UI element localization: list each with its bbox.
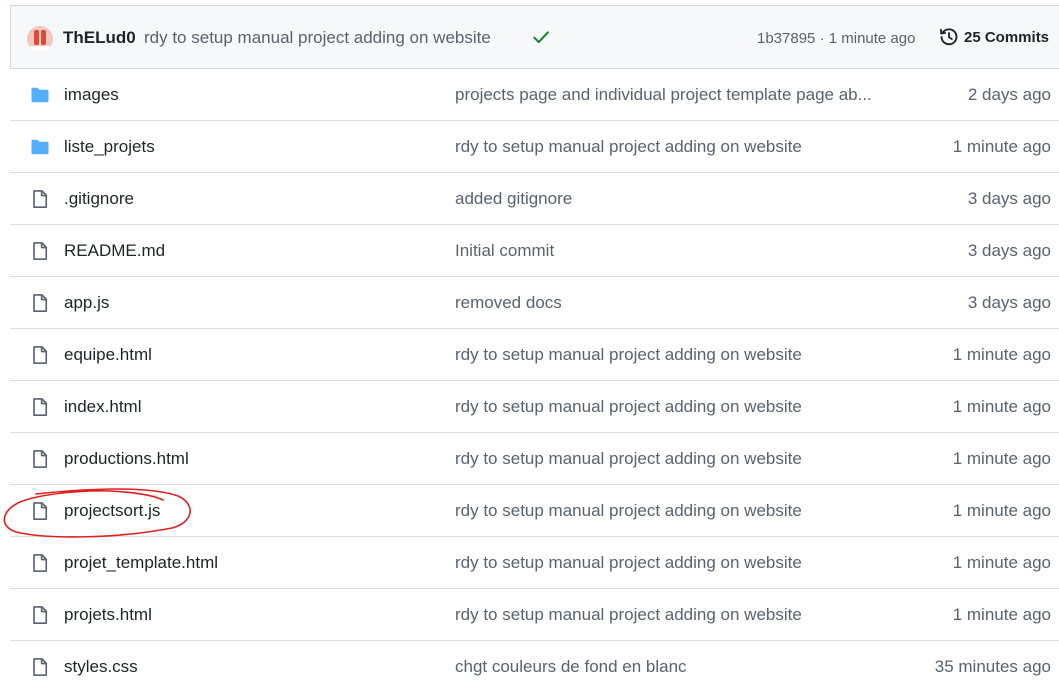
- table-row[interactable]: index.html rdy to setup manual project ad…: [10, 381, 1059, 433]
- file-icon: [30, 449, 50, 469]
- file-icon: [30, 345, 50, 365]
- file-name-link[interactable]: styles.css: [64, 657, 138, 677]
- table-row[interactable]: productions.html rdy to setup manual proj…: [10, 433, 1059, 485]
- commit-age: 2 days ago: [967, 85, 1051, 104]
- commit-age: 1 minute ago: [952, 449, 1051, 468]
- commit-author-link[interactable]: ThELud0: [63, 28, 136, 48]
- table-row[interactable]: README.md Initial commit 3 days ago: [10, 225, 1059, 277]
- commit-age: 1 minute ago: [952, 137, 1051, 156]
- commit-message-link[interactable]: rdy to setup manual project adding on we…: [455, 345, 802, 365]
- folder-icon: [30, 85, 50, 105]
- avatar[interactable]: [27, 26, 53, 52]
- file-name-link[interactable]: projet_template.html: [64, 553, 218, 573]
- file-name-link[interactable]: app.js: [64, 293, 109, 313]
- commit-message-link[interactable]: rdy to setup manual project adding on we…: [455, 553, 802, 573]
- table-row[interactable]: projectsort.js rdy to setup manual projec…: [10, 485, 1059, 537]
- file-name-link[interactable]: liste_projets: [64, 137, 155, 157]
- commit-message-link[interactable]: Initial commit: [455, 241, 554, 261]
- commit-message-link[interactable]: projects page and individual project tem…: [455, 85, 872, 105]
- table-row[interactable]: styles.css chgt couleurs de fond en blanc…: [10, 641, 1059, 689]
- history-icon[interactable]: [939, 27, 959, 47]
- commit-age: 1 minute ago: [952, 397, 1051, 416]
- file-name-link[interactable]: productions.html: [64, 449, 189, 469]
- file-name-link[interactable]: index.html: [64, 397, 141, 417]
- file-name-link[interactable]: projectsort.js: [64, 501, 160, 521]
- file-icon: [30, 501, 50, 521]
- commit-message-link[interactable]: removed docs: [455, 293, 562, 313]
- file-icon: [30, 397, 50, 417]
- file-name-link[interactable]: images: [64, 85, 119, 105]
- file-icon: [30, 605, 50, 625]
- commit-age: 1 minute ago: [952, 605, 1051, 624]
- commit-message-link[interactable]: rdy to setup manual project adding on we…: [455, 449, 802, 469]
- file-list: images projects page and individual proje…: [10, 69, 1059, 689]
- commit-message-link[interactable]: rdy to setup manual project adding on we…: [455, 605, 802, 625]
- latest-commit-message-link[interactable]: rdy to setup manual project adding on we…: [144, 28, 491, 48]
- file-name-link[interactable]: README.md: [64, 241, 165, 261]
- file-name-link[interactable]: .gitignore: [64, 189, 134, 209]
- commit-age: 1 minute ago: [952, 501, 1051, 520]
- table-row[interactable]: equipe.html rdy to setup manual project a…: [10, 329, 1059, 381]
- table-row[interactable]: images projects page and individual proje…: [10, 69, 1059, 121]
- commit-age: 3 days ago: [967, 189, 1051, 208]
- file-icon: [30, 189, 50, 209]
- table-row[interactable]: projet_template.html rdy to setup manual …: [10, 537, 1059, 589]
- commit-hash-time-link[interactable]: 1b37895 · 1 minute ago: [757, 30, 915, 47]
- table-row[interactable]: .gitignore added gitignore 3 days ago: [10, 173, 1059, 225]
- commits-count-link[interactable]: 25 Commits: [964, 29, 1049, 46]
- file-icon: [30, 293, 50, 313]
- commit-message-link[interactable]: rdy to setup manual project adding on we…: [455, 501, 802, 521]
- file-icon: [30, 657, 50, 677]
- commit-age: 3 days ago: [967, 293, 1051, 312]
- table-row[interactable]: liste_projets rdy to setup manual project…: [10, 121, 1059, 173]
- folder-icon: [30, 137, 50, 157]
- check-icon[interactable]: [532, 28, 550, 46]
- commit-message-link[interactable]: added gitignore: [455, 189, 572, 209]
- latest-commit-header: ThELud0 rdy to setup manual project addi…: [10, 5, 1059, 69]
- table-row[interactable]: app.js removed docs 3 days ago: [10, 277, 1059, 329]
- file-icon: [30, 553, 50, 573]
- file-icon: [30, 241, 50, 261]
- commit-age: 1 minute ago: [952, 345, 1051, 364]
- commit-age: 3 days ago: [967, 241, 1051, 260]
- commit-message-link[interactable]: rdy to setup manual project adding on we…: [455, 137, 802, 157]
- commit-age: 35 minutes ago: [934, 657, 1051, 676]
- file-name-link[interactable]: projets.html: [64, 605, 152, 625]
- commit-message-link[interactable]: rdy to setup manual project adding on we…: [455, 397, 802, 417]
- file-name-link[interactable]: equipe.html: [64, 345, 152, 365]
- table-row[interactable]: projets.html rdy to setup manual project …: [10, 589, 1059, 641]
- commit-message-link[interactable]: chgt couleurs de fond en blanc: [455, 657, 687, 677]
- commit-age: 1 minute ago: [952, 553, 1051, 572]
